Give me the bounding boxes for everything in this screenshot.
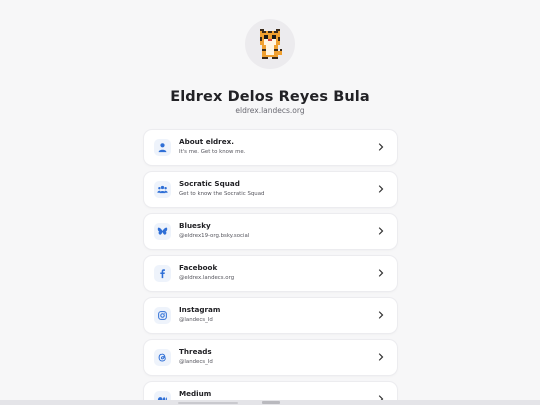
chevron-right-icon (378, 269, 384, 277)
profile-name: Eldrex Delos Reyes Bula (170, 89, 370, 105)
link-title: Threads (179, 347, 212, 356)
link-title: Bluesky (179, 221, 211, 230)
pixel-tiger-avatar-icon (260, 29, 282, 59)
link-card-threads[interactable]: Threads @landecs_Id (144, 340, 397, 375)
link-title: Facebook (179, 263, 218, 272)
bottom-toolbar (0, 400, 540, 405)
link-title: Socratic Squad (179, 179, 240, 188)
link-subtitle: Get to know the Socratic Squad (179, 191, 265, 197)
instagram-icon (154, 307, 171, 324)
chevron-right-icon (378, 311, 384, 319)
facebook-icon (154, 265, 171, 282)
user-icon (154, 139, 171, 156)
chevron-right-icon (378, 353, 384, 361)
chevron-right-icon (378, 185, 384, 193)
link-card-bluesky[interactable]: Bluesky @eldrex19-org.bsky.social (144, 214, 397, 249)
toolbar-indicator (178, 402, 238, 404)
link-title: Medium (179, 389, 212, 398)
link-subtitle: @eldrex19-org.bsky.social (179, 233, 250, 239)
chevron-right-icon (378, 227, 384, 235)
link-subtitle: It's me. Get to know me. (179, 149, 246, 155)
link-subtitle: @landecs_Id (179, 359, 213, 365)
threads-icon (154, 349, 171, 366)
link-title: Instagram (179, 305, 221, 314)
link-card-instagram[interactable]: Instagram @landecs_Id (144, 298, 397, 333)
link-card-about[interactable]: About eldrex. It's me. Get to know me. (144, 130, 397, 165)
bluesky-butterfly-icon (154, 223, 171, 240)
avatar (245, 19, 295, 69)
link-subtitle: @eldrex.landecs.org (179, 275, 235, 281)
chevron-right-icon (378, 143, 384, 151)
link-card-socratic-squad[interactable]: Socratic Squad Get to know the Socratic … (144, 172, 397, 207)
group-icon (154, 181, 171, 198)
link-card-facebook[interactable]: Facebook @eldrex.landecs.org (144, 256, 397, 291)
link-title: About eldrex. (179, 137, 234, 146)
toolbar-handle[interactable] (262, 401, 280, 404)
link-subtitle: @landecs_Id (179, 317, 213, 323)
profile-site: eldrex.landecs.org (235, 106, 305, 115)
